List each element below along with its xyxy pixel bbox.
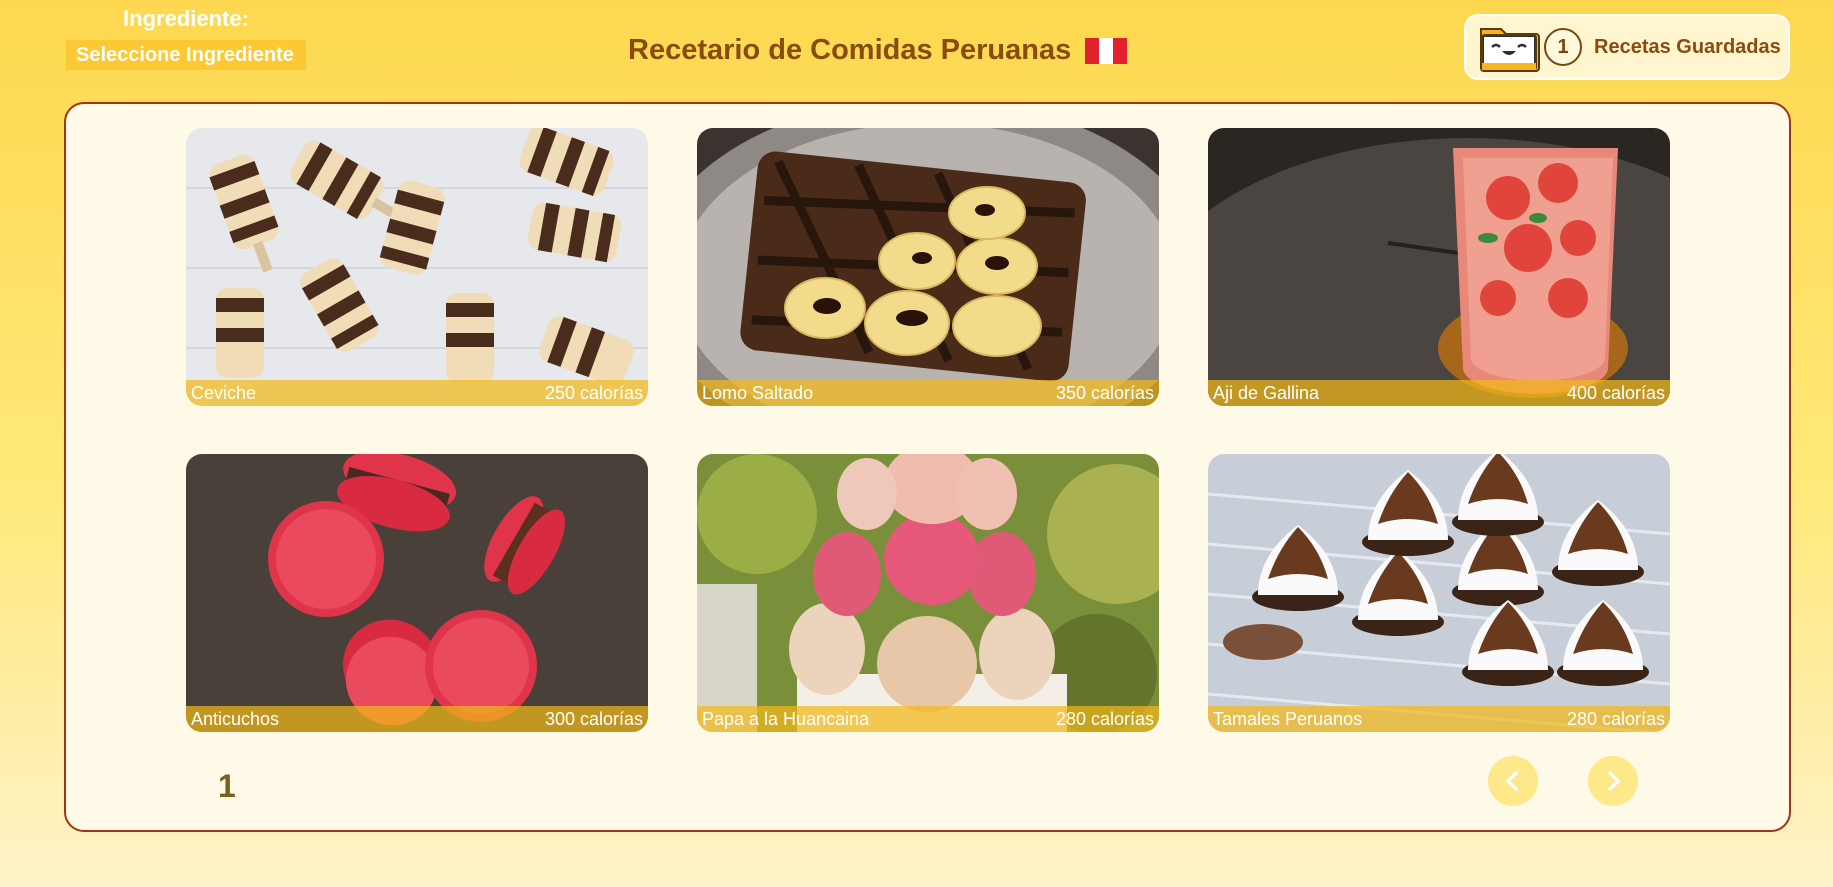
recipe-caption: Ceviche 250 calorías [186, 380, 648, 406]
page-title-text: Recetario de Comidas Peruanas [628, 34, 1072, 66]
strawberry-drink-photo [1208, 128, 1670, 406]
recipe-calories: 400 calorías [1566, 382, 1665, 403]
saved-recipes-label: Recetas Guardadas [1594, 35, 1781, 58]
peru-flag-icon [1085, 37, 1128, 64]
chevron-left-icon [1506, 771, 1518, 791]
prev-page-button[interactable] [1488, 756, 1538, 806]
recipe-name: Ceviche [191, 382, 257, 403]
recipe-card[interactable]: Tamales Peruanos 280 calorías [1208, 454, 1670, 732]
recipe-card[interactable]: Lomo Saltado 350 calorías [697, 128, 1159, 406]
popsicles-photo [186, 128, 648, 406]
recipe-name: Lomo Saltado [702, 382, 814, 403]
ingredient-label: Ingrediente: [123, 6, 249, 31]
macaron-tower-photo [697, 454, 1159, 732]
chocolate-meringues-photo [1208, 454, 1670, 732]
recipe-calories: 300 calorías [544, 708, 643, 729]
recipe-caption: Tamales Peruanos 280 calorías [1208, 706, 1670, 732]
recipe-calories: 250 calorías [544, 382, 643, 403]
recipe-card[interactable]: Anticuchos 300 calorías [186, 454, 648, 732]
recipe-card[interactable]: Aji de Gallina 400 calorías [1208, 128, 1670, 406]
recipe-name: Anticuchos [191, 708, 280, 729]
saved-recipes-button[interactable]: 1 Recetas Guardadas [1464, 14, 1790, 80]
ingredient-select[interactable]: Seleccione Ingrediente [66, 40, 306, 70]
recipe-name: Tamales Peruanos [1213, 708, 1363, 729]
recipe-caption: Aji de Gallina 400 calorías [1208, 380, 1670, 406]
recipe-calories: 280 calorías [1055, 708, 1154, 729]
macarons-photo [186, 454, 648, 732]
recipe-caption: Papa a la Huancaina 280 calorías [697, 706, 1159, 732]
recipes-panel: Ceviche 250 calorías Lomo Saltado 350 ca… [64, 102, 1791, 832]
recipe-name: Papa a la Huancaina [702, 708, 870, 729]
ingredient-filter: Ingrediente: Seleccione Ingrediente [66, 6, 306, 70]
next-page-button[interactable] [1588, 756, 1638, 806]
smiling-folder-icon [1478, 21, 1540, 73]
recipe-calories: 280 calorías [1566, 708, 1665, 729]
page-title: Recetario de Comidas Peruanas [628, 34, 1128, 67]
chevron-right-icon [1608, 771, 1620, 791]
recipe-name: Aji de Gallina [1213, 382, 1320, 403]
recipe-card[interactable]: Ceviche 250 calorías [186, 128, 648, 406]
recipe-card[interactable]: Papa a la Huancaina 280 calorías [697, 454, 1159, 732]
recipe-calories: 350 calorías [1055, 382, 1154, 403]
page-number: 1 [218, 768, 236, 804]
saved-count-badge: 1 [1544, 28, 1582, 66]
recipe-caption: Anticuchos 300 calorías [186, 706, 648, 732]
recipe-caption: Lomo Saltado 350 calorías [697, 380, 1159, 406]
banana-toast-photo [697, 128, 1159, 406]
